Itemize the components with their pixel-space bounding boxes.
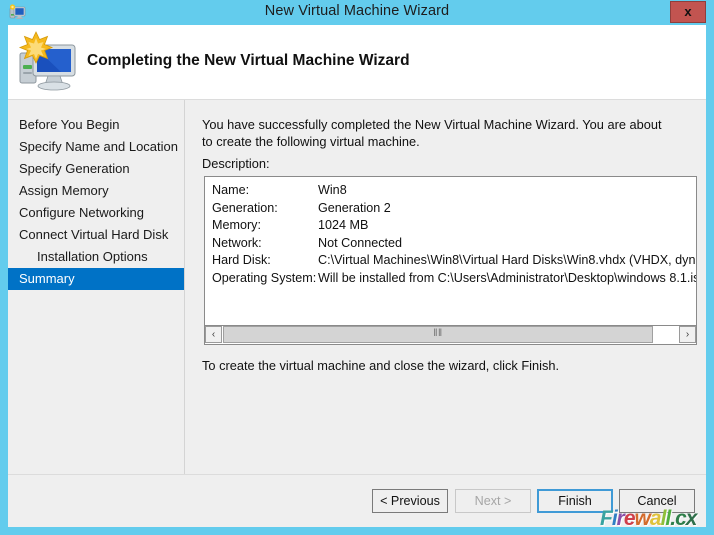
wizard-steps-sidebar: Before You Begin Specify Name and Locati… [8,100,185,474]
firewall-cx-watermark: Firewall.cx [600,507,698,530]
watermark-letter: r [616,507,625,530]
summary-description-box: Name: Win8 Generation: Generation 2 Memory… [204,176,697,326]
detail-key: Generation: [212,200,278,215]
watermark-letter: c [675,507,687,530]
intro-text: You have successfully completed the New … [202,117,662,149]
detail-key: Memory: [212,218,261,232]
description-label: Description: [202,156,270,171]
finish-hint-text: To create the virtual machine and close … [202,358,560,373]
detail-value: Not Connected [318,235,403,250]
watermark-letter: F [600,507,613,530]
watermark-letter: e [623,507,636,530]
sidebar-item-specify-generation[interactable]: Specify Generation [8,158,184,180]
sidebar-item-installation-options[interactable]: Installation Options [8,246,184,268]
wizard-header: Completing the New Virtual Machine Wizar… [8,25,706,100]
window-title: New Virtual Machine Wizard [264,3,450,19]
detail-row-memory: Memory: 1024 MB [212,218,696,236]
detail-key: Network: [212,235,262,250]
sidebar-item-summary[interactable]: Summary [8,268,184,290]
detail-row-name: Name: Win8 [212,183,696,201]
sidebar-item-assign-memory[interactable]: Assign Memory [8,180,184,202]
previous-button[interactable]: < Previous [372,489,448,513]
detail-row-generation: Generation: Generation 2 [212,200,696,219]
watermark-letter: x [685,507,698,530]
sidebar-item-configure-networking[interactable]: Configure Networking [8,202,184,224]
horizontal-scrollbar[interactable]: ‹ ‖‖ › [204,326,697,345]
detail-value: Will be installed from C:\Users\Administ… [318,270,697,285]
detail-value: Win8 [318,183,347,197]
scrollbar-thumb[interactable]: ‖‖ [223,326,653,343]
sidebar-item-specify-name-and-location[interactable]: Specify Name and Location [8,136,184,158]
detail-key: Name: [212,183,250,197]
detail-key: Operating System: [212,270,317,285]
sidebar-item-connect-virtual-hard-disk[interactable]: Connect Virtual Hard Disk [8,224,184,246]
new-virtual-machine-wizard-window: New Virtual Machine Wizard x Completing … [0,0,714,535]
detail-value: 1024 MB [318,218,369,232]
scrollbar-grip-icon: ‖‖ [433,328,443,339]
watermark-letter: w [634,507,651,530]
detail-value: Generation 2 [318,200,391,215]
sidebar-item-before-you-begin[interactable]: Before You Begin [8,114,184,136]
detail-row-operating-system: Operating System: Will be installed from … [212,270,697,289]
close-icon: x [684,4,692,19]
detail-row-network: Network: Not Connected [212,235,696,254]
scroll-right-arrow-icon[interactable]: › [679,326,696,343]
title-bar: New Virtual Machine Wizard x [0,0,714,25]
wizard-body: Before You Begin Specify Name and Locati… [8,100,706,474]
summary-details-list: Name: Win8 Generation: Generation 2 Memory… [212,183,697,289]
close-button[interactable]: x [670,1,706,23]
detail-value: C:\Virtual Machines\Win8\Virtual Hard Di… [318,253,696,267]
next-button: Next > [455,489,531,513]
page-title: Completing the New Virtual Machine Wizar… [87,52,410,69]
scroll-left-arrow-icon[interactable]: ‹ [205,326,222,343]
watermark-letter: a [649,507,662,530]
detail-row-hard-disk: Hard Disk: C:\Virtual Machines\Win8\Virtu… [212,253,696,271]
wizard-content: You have successfully completed the New … [185,100,706,474]
virtual-machine-wizard-icon [16,31,82,93]
detail-key: Hard Disk: [212,253,271,267]
